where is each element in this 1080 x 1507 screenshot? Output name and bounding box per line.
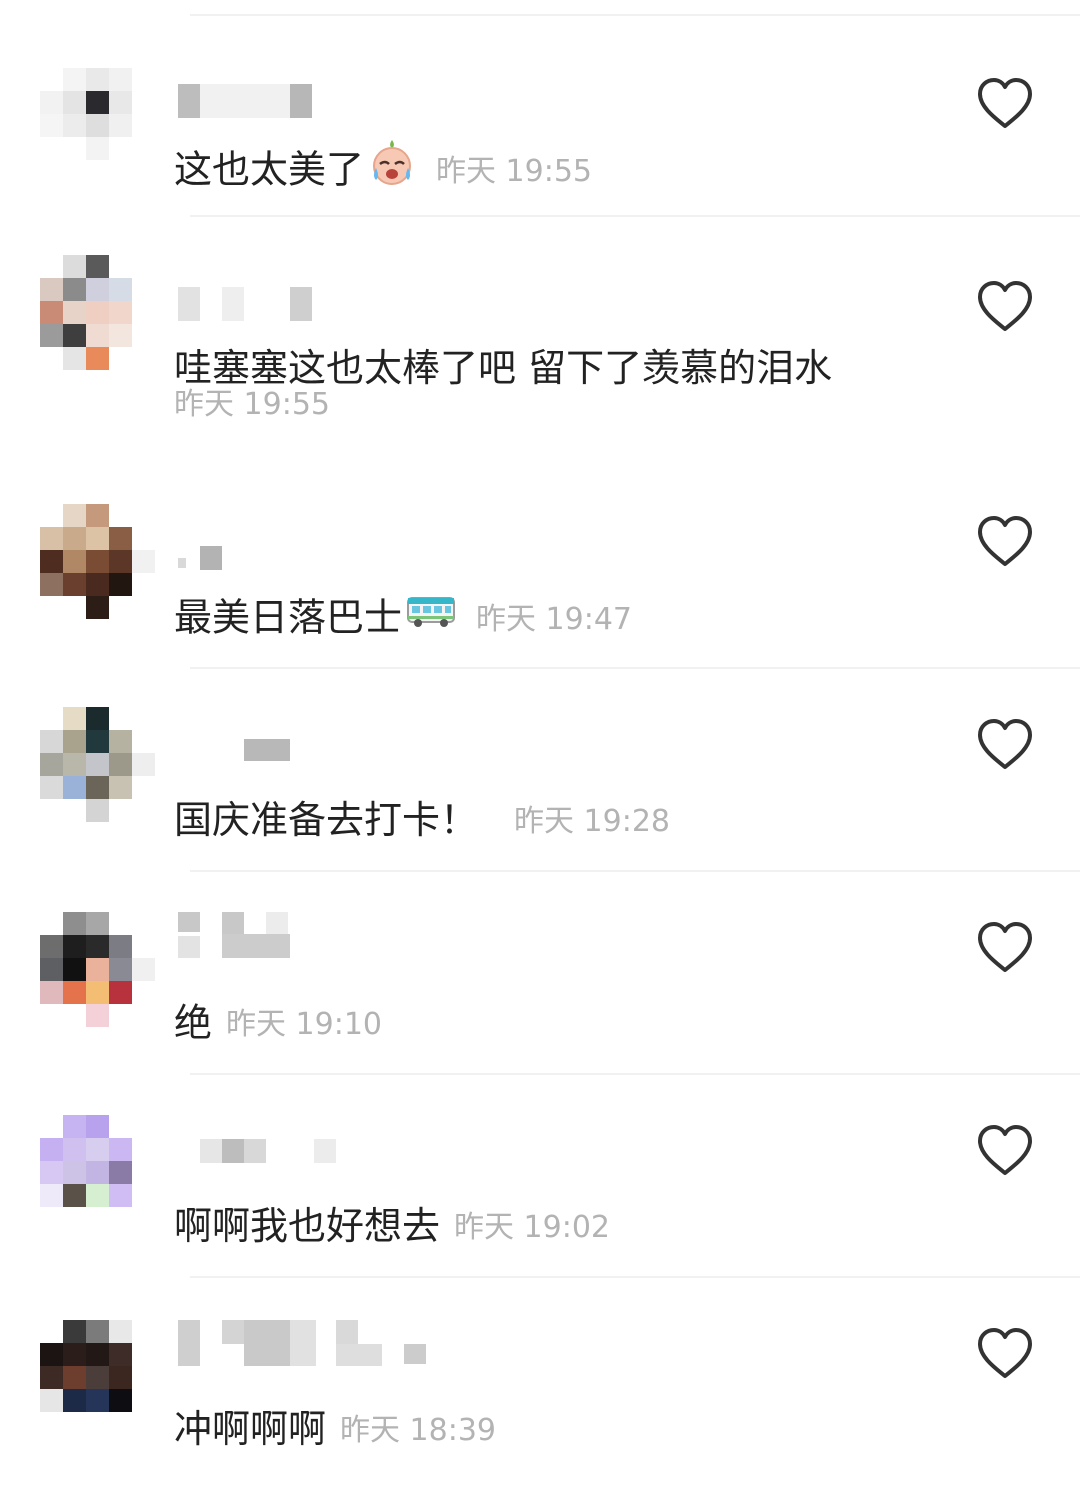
comment-time: 昨天 19:10 (226, 1007, 383, 1042)
like-heart-icon[interactable] (976, 1123, 1034, 1177)
comment-time: 昨天 19:02 (454, 1210, 611, 1245)
like-heart-icon[interactable] (976, 279, 1034, 333)
comment-line: 国庆准备去打卡！ 昨天 19:28 (174, 793, 670, 849)
like-heart-icon[interactable] (976, 1326, 1034, 1380)
comment-item: 国庆准备去打卡！ 昨天 19:28 (0, 669, 1080, 872)
comment-item: 哇塞塞这也太棒了吧 留下了羡慕的泪水 昨天 19:55 (0, 217, 1080, 422)
username-blurred[interactable] (174, 84, 414, 118)
like-heart-icon[interactable] (976, 514, 1034, 568)
comment-text: 国庆准备去打卡！ (174, 798, 479, 842)
comment-time: 昨天 19:28 (514, 804, 671, 839)
username-blurred[interactable] (174, 536, 414, 570)
comment-line: 最美日落巴士 昨天 19:47 (174, 590, 632, 650)
comment-text: 最美日落巴士 (174, 595, 403, 640)
avatar[interactable] (40, 707, 155, 822)
avatar[interactable] (40, 1115, 155, 1230)
avatar[interactable] (40, 68, 155, 183)
avatar[interactable] (40, 1320, 155, 1435)
comment-line: 这也太美了 昨天 19:55 (174, 138, 592, 206)
comment-line: 啊啊我也好想去 昨天 19:02 (174, 1199, 610, 1255)
comment-time: 昨天 19:55 (174, 387, 330, 422)
comment-item: 最美日落巴士 昨天 19:47 (0, 466, 1080, 669)
username-blurred[interactable] (174, 287, 414, 321)
comment-item: 冲啊啊啊 昨天 18:39 (0, 1278, 1080, 1481)
comment-text: 冲啊啊啊 (174, 1407, 327, 1451)
username-blurred[interactable] (174, 1320, 454, 1366)
comment-item: 啊啊我也好想去 昨天 19:02 (0, 1075, 1080, 1278)
comment-text: 啊啊我也好想去 (174, 1204, 441, 1248)
comment-item: 绝昨天 19:10 (0, 872, 1080, 1075)
avatar[interactable] (40, 912, 155, 1027)
comment-text: 这也太美了 (174, 147, 365, 192)
avatar[interactable] (40, 504, 155, 619)
comment-time: 昨天 19:55 (436, 153, 593, 189)
comment-text: 哇塞塞这也太棒了吧 留下了羡慕的泪水 (174, 346, 833, 390)
comment-time: 昨天 19:47 (476, 601, 633, 637)
username-blurred[interactable] (174, 912, 414, 958)
avatar[interactable] (40, 255, 155, 370)
like-heart-icon[interactable] (976, 920, 1034, 974)
username-blurred[interactable] (174, 739, 414, 773)
like-heart-icon[interactable] (976, 76, 1034, 130)
comment-time: 昨天 18:39 (340, 1413, 497, 1448)
comment-line: 冲啊啊啊 昨天 18:39 (174, 1402, 496, 1458)
comment-item: 这也太美了 昨天 19:55 (0, 14, 1080, 217)
comment-text: 绝 (174, 1001, 213, 1045)
bus-emoji (406, 590, 456, 644)
username-blurred[interactable] (174, 1139, 414, 1163)
like-heart-icon[interactable] (976, 717, 1034, 771)
comment-line: 绝昨天 19:10 (174, 996, 382, 1052)
crying-face-emoji (368, 138, 416, 200)
